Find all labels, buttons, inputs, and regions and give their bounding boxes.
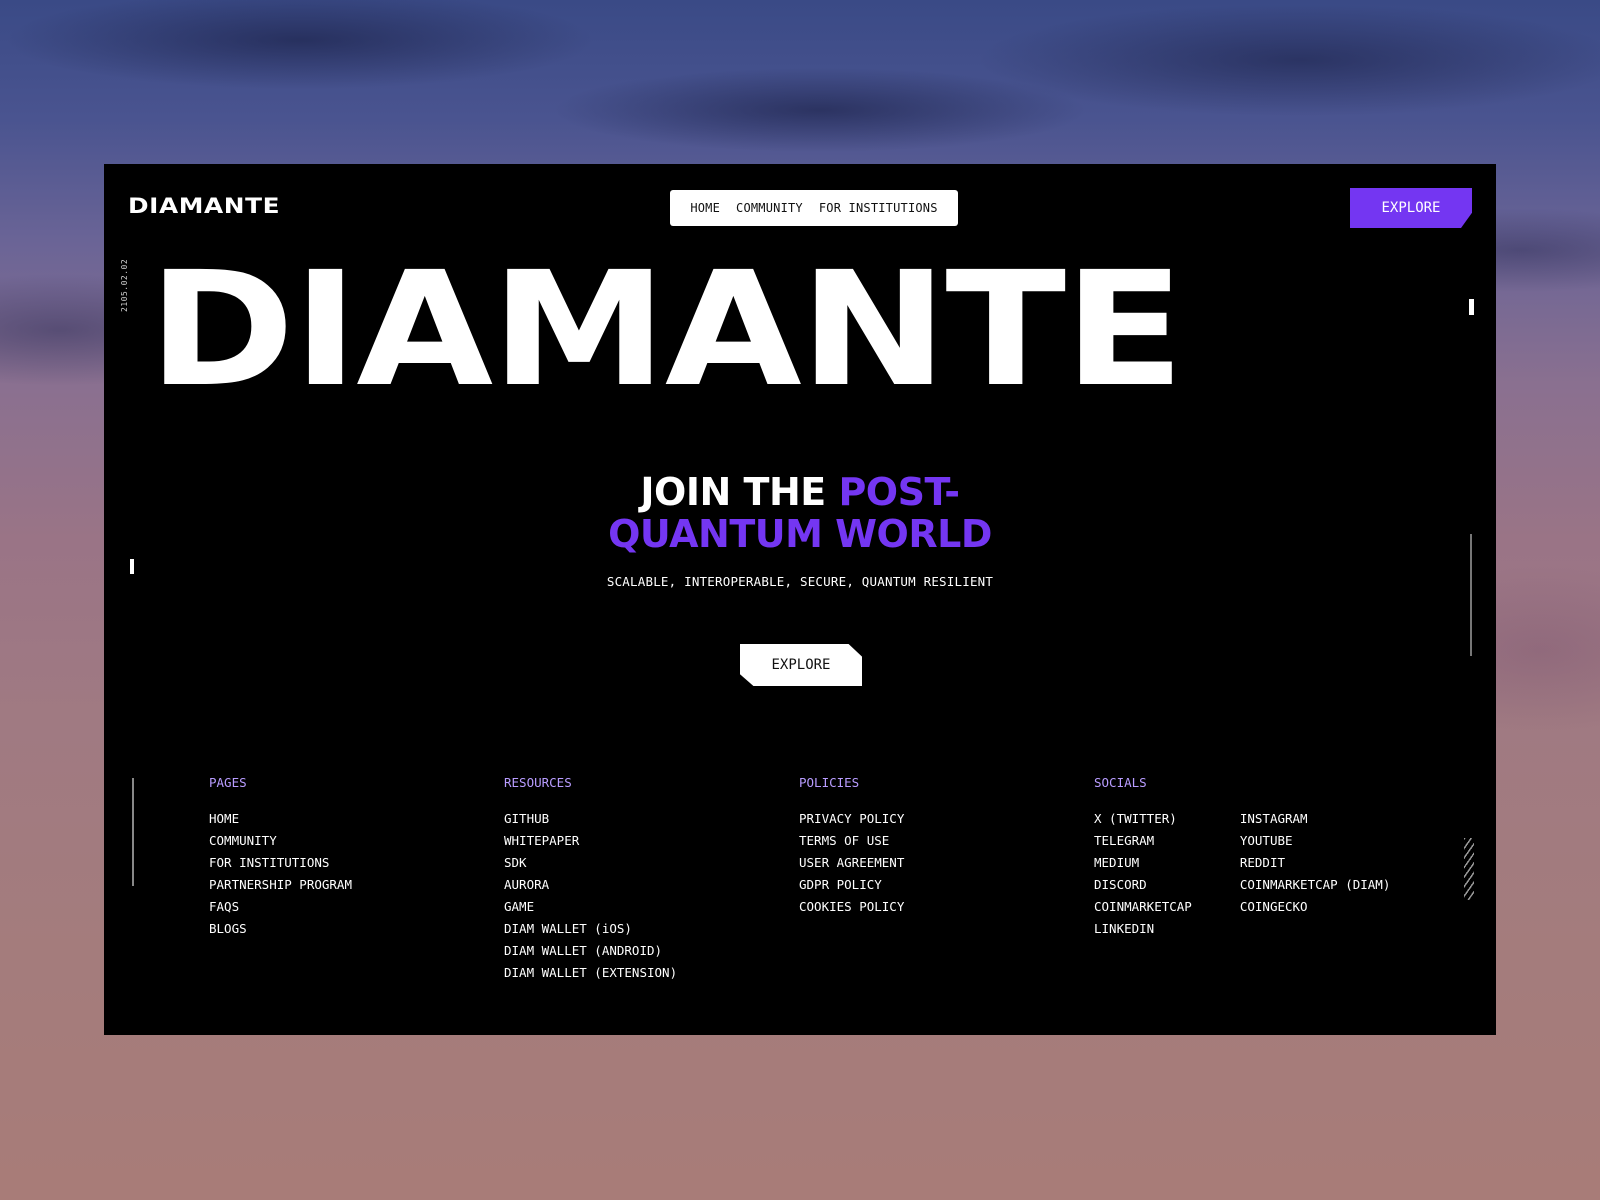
footer-link[interactable]: DIAM WALLET (ANDROID) <box>504 940 677 962</box>
headline-purple-2: QUANTUM WORLD <box>608 512 992 556</box>
footer-link[interactable]: GDPR POLICY <box>799 874 904 896</box>
footer-link[interactable]: COINMARKETCAP <box>1094 896 1192 918</box>
footer-link[interactable]: DIAM WALLET (EXTENSION) <box>504 962 677 984</box>
footer-divider <box>132 778 134 886</box>
site-frame: DIAMANTE HOME COMMUNITY FOR INSTITUTIONS… <box>104 164 1496 1035</box>
footer-col-socials: SOCIALS X (TWITTER) TELEGRAM MEDIUM DISC… <box>1094 775 1390 940</box>
footer-link[interactable]: PARTNERSHIP PROGRAM <box>209 874 352 896</box>
nav-item-community[interactable]: COMMUNITY <box>736 201 803 215</box>
footer-link[interactable]: DIAM WALLET (iOS) <box>504 918 677 940</box>
top-nav: HOME COMMUNITY FOR INSTITUTIONS <box>670 190 958 226</box>
footer-link[interactable]: TELEGRAM <box>1094 830 1192 852</box>
footer-link[interactable]: AURORA <box>504 874 677 896</box>
footer-link[interactable]: HOME <box>209 808 352 830</box>
footer-link[interactable]: REDDIT <box>1240 852 1391 874</box>
footer-link[interactable]: COOKIES POLICY <box>799 896 904 918</box>
hatch-decoration <box>1464 838 1474 900</box>
footer-link[interactable]: GAME <box>504 896 677 918</box>
footer-link[interactable]: YOUTUBE <box>1240 830 1391 852</box>
footer-link[interactable]: COMMUNITY <box>209 830 352 852</box>
hero-explore-button[interactable]: EXPLORE <box>740 644 862 686</box>
footer-link[interactable]: PRIVACY POLICY <box>799 808 904 830</box>
footer-link[interactable]: X (TWITTER) <box>1094 808 1192 830</box>
hero-date: 2105.02.02 <box>120 258 129 312</box>
nav-item-home[interactable]: HOME <box>690 201 720 215</box>
decorative-mark <box>130 559 134 574</box>
logo[interactable]: DIAMANTE <box>128 194 280 218</box>
footer-heading-socials: SOCIALS <box>1094 775 1147 790</box>
footer-link[interactable]: DISCORD <box>1094 874 1192 896</box>
footer-col-policies: POLICIES PRIVACY POLICY TERMS OF USE USE… <box>799 775 904 918</box>
footer-link[interactable]: WHITEPAPER <box>504 830 677 852</box>
headline-purple-1: POST- <box>838 470 960 514</box>
hero-headline: JOIN THE POST- QUANTUM WORLD <box>104 471 1496 555</box>
footer-link[interactable]: FAQS <box>209 896 352 918</box>
footer-link[interactable]: TERMS OF USE <box>799 830 904 852</box>
footer-link[interactable]: BLOGS <box>209 918 352 940</box>
header-explore-button[interactable]: EXPLORE <box>1350 188 1472 228</box>
footer-link[interactable]: GITHUB <box>504 808 677 830</box>
nav-item-for-institutions[interactable]: FOR INSTITUTIONS <box>819 201 938 215</box>
footer-link[interactable]: COINMARKETCAP (DIAM) <box>1240 874 1391 896</box>
footer-link[interactable]: SDK <box>504 852 677 874</box>
footer-heading-policies: POLICIES <box>799 775 860 790</box>
footer-link[interactable]: FOR INSTITUTIONS <box>209 852 352 874</box>
footer-link[interactable]: COINGECKO <box>1240 896 1391 918</box>
footer-link[interactable]: MEDIUM <box>1094 852 1192 874</box>
footer-heading-pages: PAGES <box>209 775 247 790</box>
headline-white: JOIN THE <box>640 470 839 514</box>
footer-heading-resources: RESOURCES <box>504 775 572 790</box>
footer-col-resources: RESOURCES GITHUB WHITEPAPER SDK AURORA G… <box>504 775 677 984</box>
hero-title-wrap: DIAMANTE <box>148 238 1496 422</box>
footer-link[interactable]: INSTAGRAM <box>1240 808 1391 830</box>
footer-col-pages: PAGES HOME COMMUNITY FOR INSTITUTIONS PA… <box>209 775 352 940</box>
footer-link[interactable]: LINKEDIN <box>1094 918 1192 940</box>
hero-subline: SCALABLE, INTEROPERABLE, SECURE, QUANTUM… <box>606 574 994 589</box>
footer-link[interactable]: USER AGREEMENT <box>799 852 904 874</box>
decorative-mark <box>1469 299 1474 315</box>
hero-title: DIAMANTE <box>148 238 1185 422</box>
